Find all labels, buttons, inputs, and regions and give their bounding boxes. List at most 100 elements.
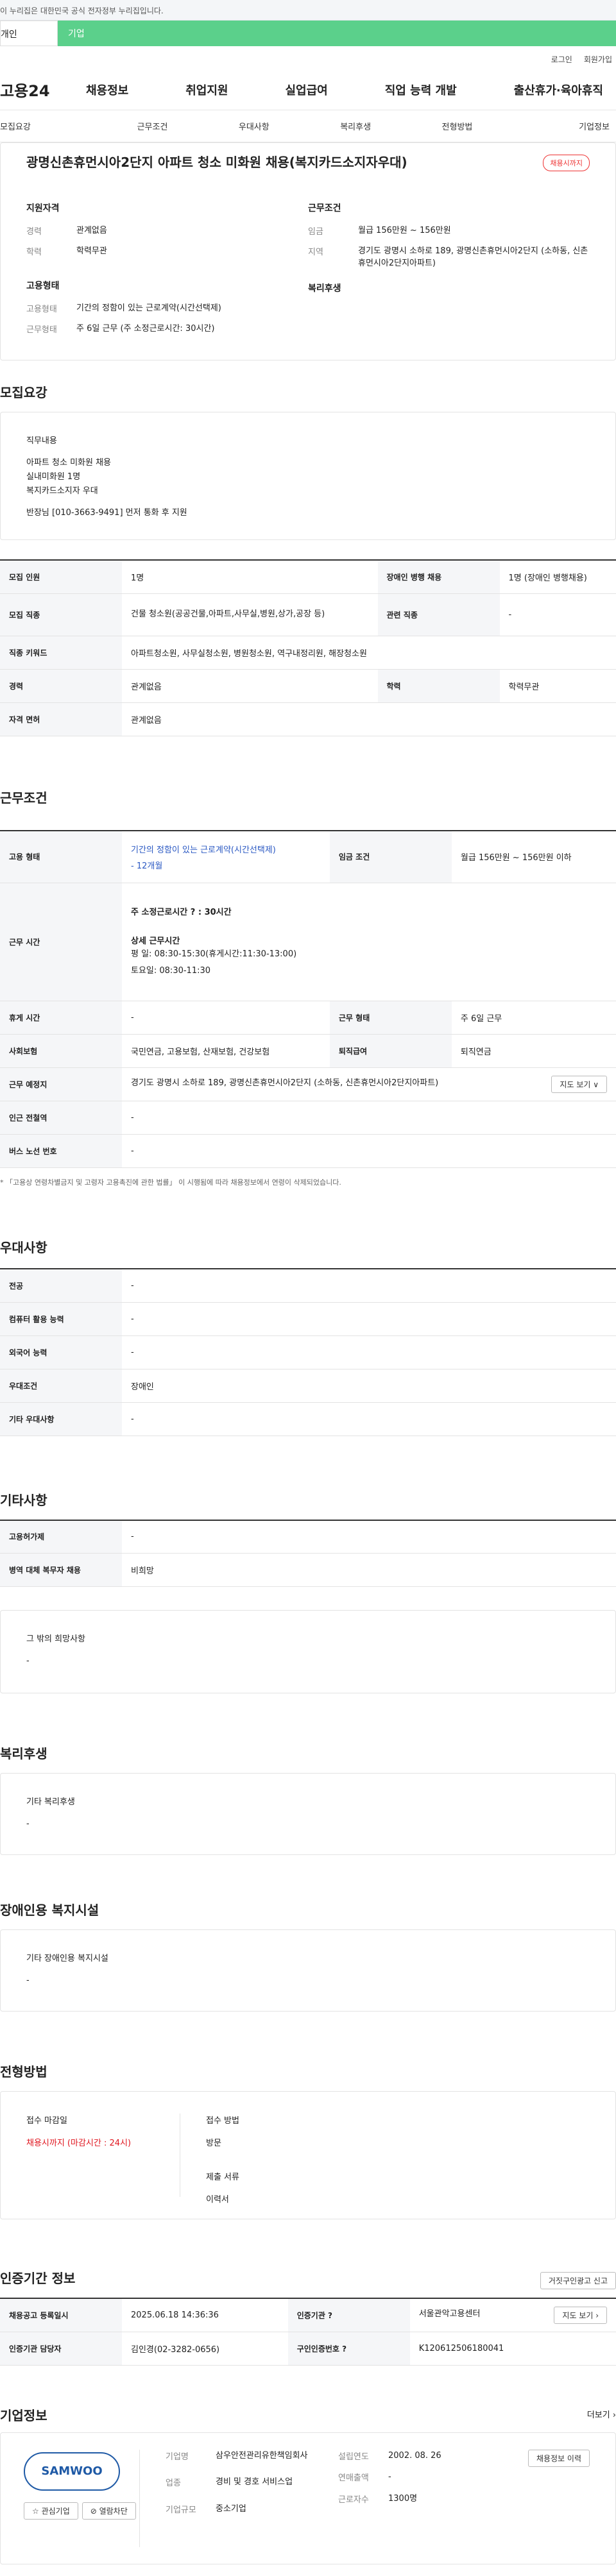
section-nav-welfare[interactable]: 복리후생 [305,120,406,132]
etc-table: 고용허가제 - 병역 대체 복무자 채용 비희망 [0,1519,616,1587]
employment-type-label: 고용형태 [26,305,57,314]
retirement-value: 퇴직연금 [451,1034,616,1068]
insurance-value: 국민연금, 고용보험, 산재보험, 건강보험 [122,1034,330,1068]
founded-label: 설립연도 [338,2452,369,2462]
deadline-heading: 접수 마감일 [26,2116,67,2126]
section-nav-recruit[interactable]: 모집요강 [0,120,101,132]
section-nav-pref[interactable]: 우대사항 [203,120,305,132]
welfare-box: 기타 복리후생 - [0,1773,616,1855]
career-label: 경력 [26,227,42,237]
job-line: 반장님 [010-3663-9491] 먼저 통화 후 지원 [26,508,187,518]
pref-condition-label: 우대조건 [0,1369,122,1403]
subway-label: 인근 전철역 [0,1101,122,1135]
other-wishes-value: - [26,1656,30,1666]
work-section-title: 근무조건 [0,790,47,806]
global-nav: 고용24 채용정보 취업지원 실업급여 직업 능력 개발 출산휴가·육아휴직 [0,69,616,110]
signup-link[interactable]: 회원가입 [584,54,612,69]
gnb-item-parental-leave[interactable]: 출산휴가·육아휴직 [505,81,612,98]
company-name-label: 기업명 [166,2452,189,2462]
job-history-button[interactable]: 채용정보 이력 [527,2449,590,2467]
language-value: - [122,1335,616,1369]
gnb-item-skills[interactable]: 직업 능력 개발 [376,81,466,98]
section-nav-selection[interactable]: 전형방법 [406,120,508,132]
site-logo[interactable]: 고용24 [0,78,77,101]
bus-label: 버스 노선 번호 [0,1134,122,1168]
occupation-value: 건물 청소원(공공건물,아파트,사무실,병원,상가,공장 등) [122,593,378,636]
computer-skill-label: 컴퓨터 활용 능력 [0,1302,122,1336]
other-wishes-box: 그 밖의 희망사항 - [0,1610,616,1693]
table-row: 컴퓨터 활용 능력 - [0,1302,616,1336]
table-row: 근무 시간 주 소정근로시간 ? : 30시간 상세 근무시간 평 일: 08:… [0,883,616,1001]
deadline-value: 채용시까지 (마감시간 : 24시) [26,2139,132,2148]
region-value: 경기도 광명시 소하로 189, 광명신촌휴먼시아2단지 (소하동, 신촌휴먼시… [358,246,588,269]
qualifications-heading: 지원자격 [26,203,60,214]
other-wishes-heading: 그 밖의 희망사항 [26,1634,85,1644]
cert-map-button[interactable]: 지도 보기 › [554,2306,607,2324]
map-toggle-button[interactable]: 지도 보기 ∨ [551,1076,607,1093]
cert-contact-label: 인증기관 담당자 [0,2332,122,2366]
detail-hours-heading: 상세 근무시간 [131,936,180,946]
revenue-label: 연매출액 [338,2473,369,2483]
cert-contact-value: 김인경(02-3282-0656) [122,2332,288,2366]
emp-type-duration: - 12개월 [131,861,163,871]
recruit-table: 모집 인원 1명 장애인 병행 채용 1명 (장애인 병행채용) 모집 직종 건… [0,559,616,736]
summary-conditions: 근무조건 임금 월급 156만원 ~ 156만원 지역 경기도 광명시 소하로 18… [308,201,590,343]
welfare-heading: 복리후생 [308,283,341,294]
docs-heading: 제출 서류 [206,2173,239,2182]
education-row-label: 학력 [377,669,500,703]
login-link[interactable]: 로그인 [551,54,572,69]
gnb-item-jobs[interactable]: 채용정보 [77,81,137,98]
work-time-label: 근무 시간 [0,883,122,1001]
welfare-box-value: - [26,1819,30,1829]
tab-personal[interactable]: 개인 [0,21,58,46]
gnb-item-employment-support[interactable]: 취업지원 [176,81,237,98]
disabled-facility-box: 기타 장애인용 복지시설 - [0,1929,616,2012]
industry-label: 업종 [166,2479,181,2488]
insurance-label: 사회보험 [0,1034,122,1068]
section-nav-work[interactable]: 근무조건 [101,120,203,132]
table-row: 외국어 능력 - [0,1335,616,1369]
conditions-heading: 근무조건 [308,203,341,214]
job-summary-card: 광명신촌휴먼시아2단지 아파트 청소 미화원 채용(복지카드소지자우대) 채용시… [0,142,616,360]
major-label: 전공 [0,1269,122,1303]
table-row: 직종 키워드 아파트청소원, 사무실청소원, 병원청소원, 역구내정리원, 해장… [0,636,616,670]
table-row: 사회보험 국민연금, 고용보험, 산재보험, 건강보험 퇴직급여 퇴직연금 [0,1034,616,1068]
block-company-button[interactable]: ⊘ 열람차단 [81,2502,136,2520]
wage-value: 월급 156만원 ~ 156만원 [358,226,451,235]
cert-agency-label: 인증기관 ? [287,2298,410,2332]
posted-at-value: 2025.06.18 14:36:36 [122,2298,288,2332]
cert-agency-cell: 서울관악고용센터 지도 보기 › [409,2298,616,2332]
company-more-link[interactable]: 더보기 › [587,2408,616,2420]
cert-agency-value: 서울관악고용센터 [418,2309,481,2319]
user-type-tabs: 개인 기업 [0,21,616,46]
job-title: 광명신촌휴먼시아2단지 아파트 청소 미화원 채용(복지카드소지자우대) [26,155,407,170]
summary-qualifications: 지원자격 경력 관계없음 학력 학력무관 고용형태 고용형태 기간의 정함이 있는 근… [26,201,308,343]
cert-number-label: 구인인증번호 ? [287,2332,410,2366]
employees-value: 1300명 [388,2493,418,2504]
method-heading: 접수 방법 [206,2116,239,2126]
welfare-box-heading: 기타 복리후생 [26,1797,75,1807]
table-row: 고용허가제 - [0,1520,616,1554]
company-fields: 기업명 삼우안전관리유한책임회사 업종 경비 및 경호 서비스업 기업규모 중소기업 [139,2449,325,2547]
section-nav-company[interactable]: 기업정보 [508,120,610,132]
work-shape-label: 근무형태 [26,325,57,335]
detail-hours-line: 토요일: 08:30-11:30 [131,965,211,976]
tab-company[interactable]: 기업 [58,21,616,46]
report-fake-ad-button[interactable]: 거짓구인광고 신고 [540,2272,616,2289]
work-table: 고용 형태 기간의 정함이 있는 근로계약(시간선택제) - 12개월 임금 조… [0,829,616,1168]
interest-company-button[interactable]: ☆ 관심기업 [24,2502,78,2520]
education-row-value: 학력무관 [499,669,616,703]
gnb-item-unemployment-benefit[interactable]: 실업급여 [277,81,337,98]
workplace-cell: 경기도 광명시 소하로 189, 광명신촌휴먼시아2단지 (소하동, 신촌휴먼시… [122,1067,616,1101]
work-shape-row-label: 근무 형태 [329,1001,452,1035]
bus-value: - [122,1134,616,1168]
company-fields-2: 설립연도 2002. 08. 26 연매출액 - 근로자수 1300명 [325,2450,466,2547]
table-row: 병역 대체 복무자 채용 비희망 [0,1553,616,1587]
docs-value: 이력서 [206,2195,229,2205]
detail-hours-line: 평 일: 08:30-15:30(휴게시간:11:30-13:00) [131,949,297,959]
job-line: 실내미화원 1명 [26,472,81,482]
etc-section-title: 기타사항 [0,1492,47,1508]
break-label: 휴게 시간 [0,1001,122,1035]
pref-section-title: 우대사항 [0,1240,47,1255]
workplace-label: 근무 예정지 [0,1067,122,1101]
